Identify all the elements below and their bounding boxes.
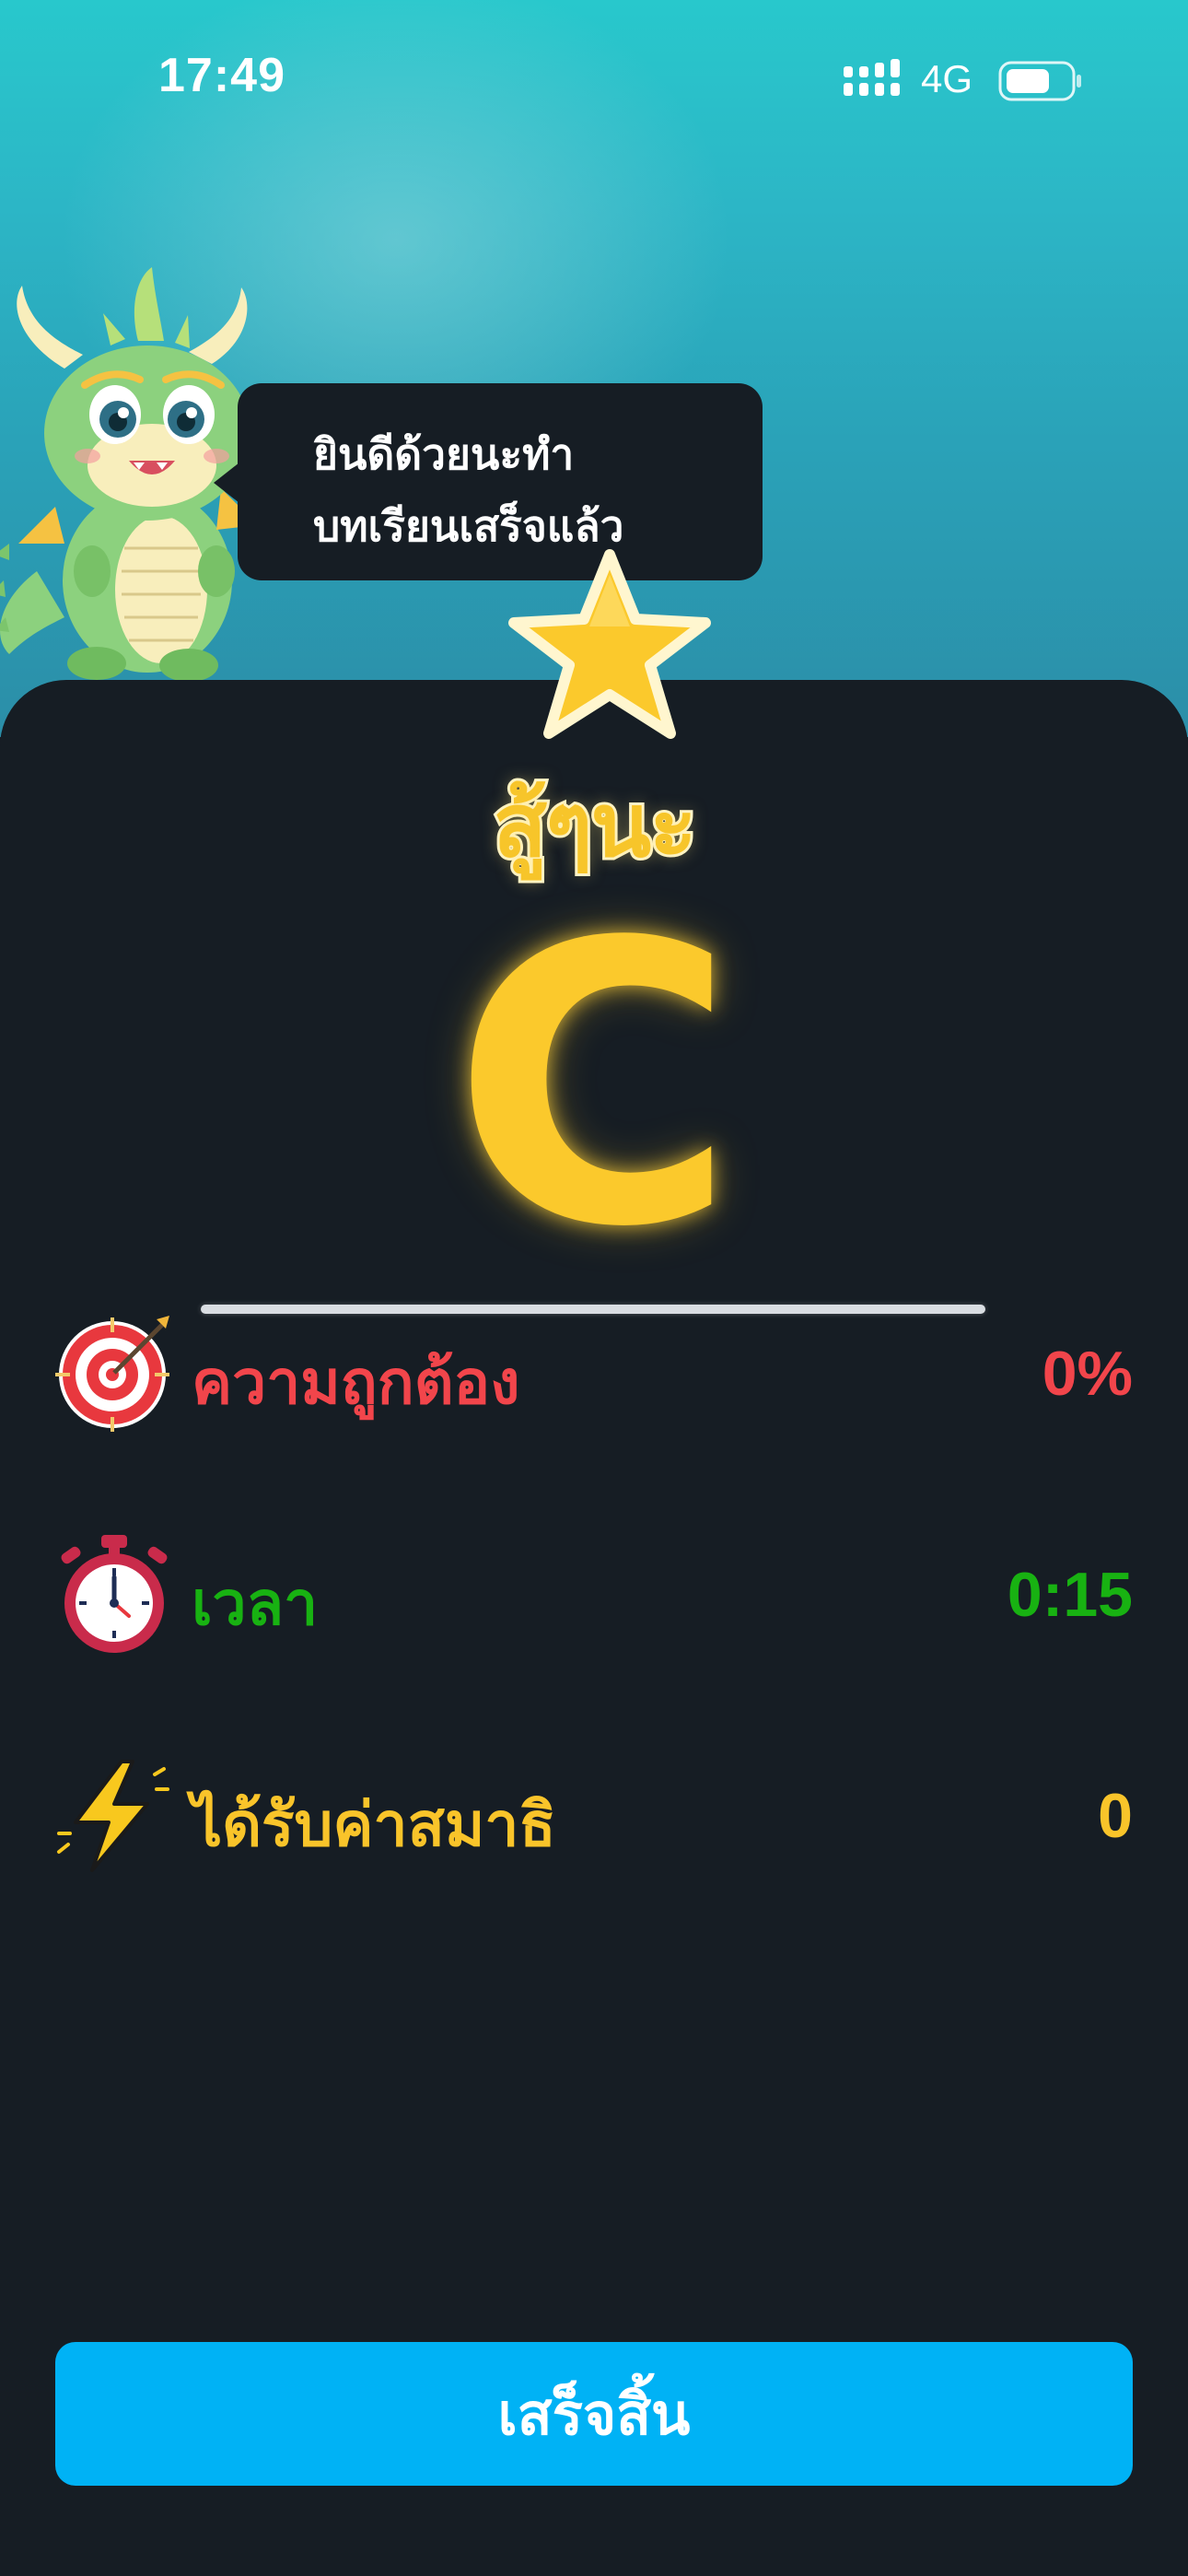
stat-label-time: เวลา	[192, 1568, 319, 1639]
stat-row-focus: ได้รับค่าสมาธิ 0	[55, 1756, 1133, 1885]
lightning-icon	[57, 1760, 169, 1872]
stat-value-focus: 0	[1098, 1781, 1133, 1851]
status-time: 17:49	[158, 49, 285, 102]
stat-value-time: 0:15	[1007, 1560, 1133, 1630]
star-icon	[508, 549, 711, 739]
network-type: 4G	[921, 57, 973, 100]
speech-bubble-tail	[214, 463, 239, 503]
status-bar: 17:49 4G	[0, 0, 1188, 157]
target-icon	[55, 1316, 169, 1432]
progress-bar	[201, 1305, 985, 1314]
stat-row-time: เวลา 0:15	[55, 1535, 1133, 1664]
speech-bubble-line-1: ยินดีด้วยนะทำ	[313, 429, 575, 479]
stat-label-accuracy: ความถูกต้อง	[192, 1347, 520, 1418]
stopwatch-icon	[61, 1535, 168, 1653]
stat-row-accuracy: ความถูกต้อง 0%	[55, 1314, 1133, 1443]
grade-letter: C	[451, 861, 737, 1312]
stat-value-accuracy: 0%	[1042, 1339, 1133, 1409]
signal-bars-icon	[844, 59, 900, 96]
finish-button[interactable]: เสร็จสิ้น	[55, 2342, 1133, 2486]
stat-label-focus: ได้รับค่าสมาธิ	[192, 1789, 556, 1860]
battery-icon	[998, 61, 1081, 101]
